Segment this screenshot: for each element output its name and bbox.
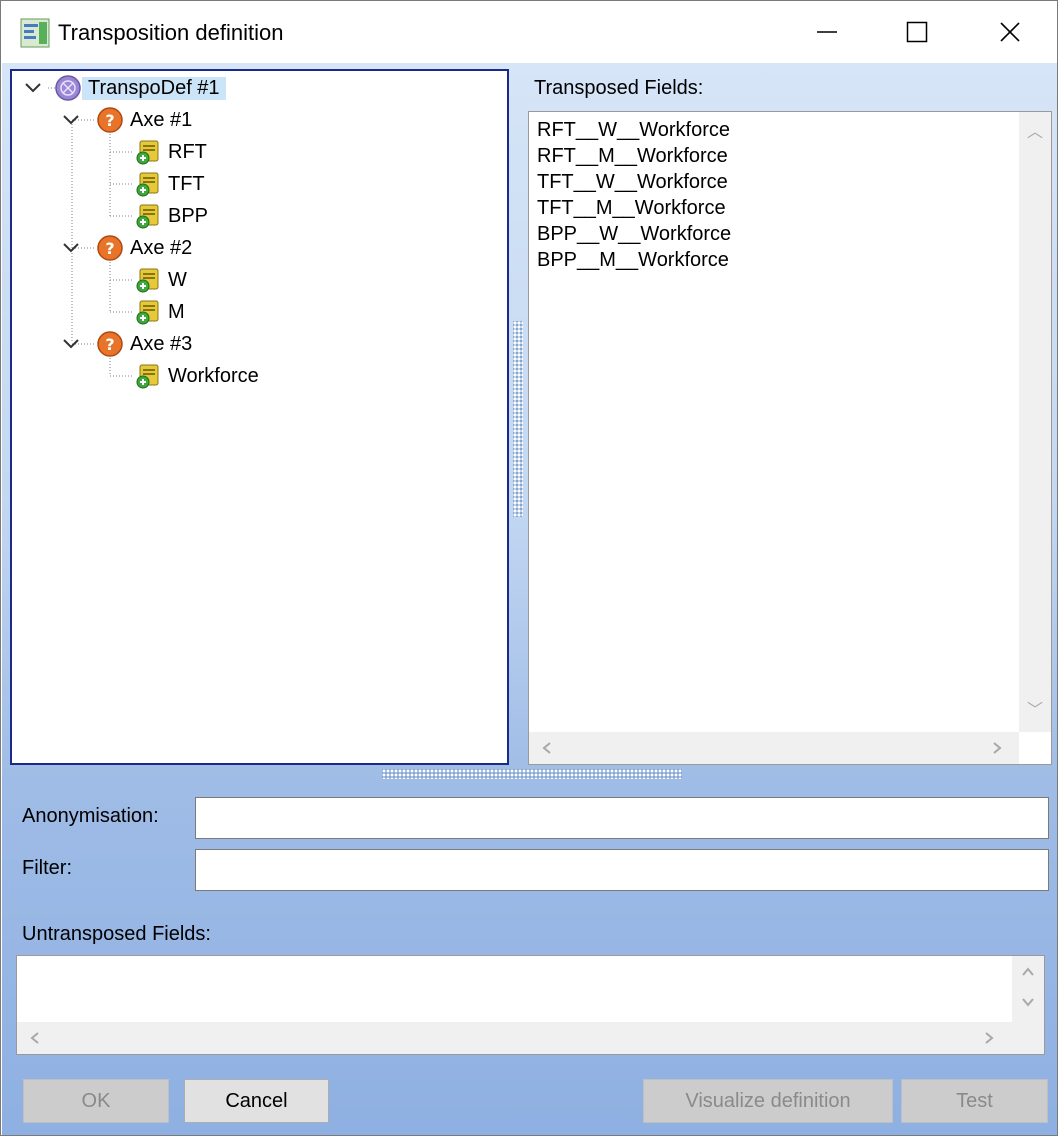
field-node-icon: [136, 300, 159, 325]
tree-node-w[interactable]: W: [134, 265, 193, 295]
scroll-down-icon[interactable]: ﹀: [1027, 702, 1043, 718]
horizontal-scrollbar[interactable]: [529, 732, 1019, 764]
minimize-icon: [817, 31, 837, 33]
scroll-right-icon[interactable]: [991, 741, 1003, 755]
chevron-down-icon[interactable]: [24, 81, 42, 95]
chevron-down-icon[interactable]: [62, 337, 80, 351]
tree-node-tft-label: TFT: [168, 172, 205, 195]
svg-text:?: ?: [105, 111, 114, 130]
field-node-icon: [136, 172, 159, 197]
definition-tree[interactable]: TranspoDef #1 ? Axe #1 RFT TFT BPP ? Axe…: [10, 69, 509, 765]
tree-node-m[interactable]: M: [134, 297, 191, 327]
tree-node-axe-1[interactable]: ? Axe #1: [96, 105, 198, 135]
tree-node-axe-3-label: Axe #3: [130, 332, 193, 355]
maximize-icon: [906, 21, 928, 43]
filter-input[interactable]: [195, 849, 1049, 891]
tree-node-bpp[interactable]: BPP: [134, 201, 214, 231]
untransposed-fields-box[interactable]: [16, 955, 1045, 1055]
transposed-line: BPP__M__Workforce: [537, 249, 729, 271]
question-node-icon: ?: [97, 107, 123, 133]
field-node-icon: [136, 268, 159, 293]
transposed-lines: RFT__W__Workforce RFT__M__Workforce TFT_…: [537, 117, 731, 273]
transposed-fields-list[interactable]: RFT__W__Workforce RFT__M__Workforce TFT_…: [528, 111, 1052, 765]
horizontal-scrollbar[interactable]: [17, 1022, 1044, 1054]
transposed-line: BPP__W__Workforce: [537, 223, 732, 245]
tree-node-axe-1-label: Axe #1: [130, 108, 193, 131]
scroll-left-icon[interactable]: [29, 1031, 41, 1045]
transposed-line: TFT__W__Workforce: [537, 171, 728, 193]
tree-node-axe-2-label: Axe #2: [130, 236, 193, 259]
field-node-icon: [136, 204, 159, 229]
chevron-down-icon[interactable]: [62, 113, 80, 127]
scroll-down-icon[interactable]: [1021, 996, 1035, 1008]
filter-label: Filter:: [22, 857, 72, 879]
question-node-icon: ?: [97, 235, 123, 261]
svg-text:?: ?: [105, 335, 114, 354]
anonymisation-input[interactable]: [195, 797, 1049, 839]
transposed-line: RFT__M__Workforce: [537, 145, 728, 167]
svg-text:?: ?: [105, 239, 114, 258]
dialog-body: TranspoDef #1 ? Axe #1 RFT TFT BPP ? Axe…: [2, 63, 1057, 1135]
tree-node-root[interactable]: TranspoDef #1: [54, 73, 226, 103]
tree-node-workforce[interactable]: Workforce: [134, 361, 265, 391]
transposed-line: TFT__M__Workforce: [537, 197, 726, 219]
transposed-line: RFT__W__Workforce: [537, 119, 731, 141]
vertical-scrollbar[interactable]: [1012, 956, 1044, 1022]
tree-node-bpp-label: BPP: [168, 204, 209, 227]
visualize-definition-button[interactable]: Visualize definition: [643, 1079, 893, 1123]
tree-node-w-label: W: [168, 268, 187, 291]
chevron-down-icon[interactable]: [62, 241, 80, 255]
transposed-fields-label: Transposed Fields:: [534, 77, 704, 99]
cancel-button[interactable]: Cancel: [184, 1079, 329, 1123]
field-node-icon: [136, 140, 159, 165]
transposition-definition-window: Transposition definition TranspoDef #1 ?…: [0, 0, 1058, 1136]
untransposed-fields-label: Untransposed Fields:: [22, 923, 211, 945]
tree-connector-lines: [48, 87, 134, 377]
root-node-icon: [55, 75, 81, 101]
anonymisation-label: Anonymisation:: [22, 805, 159, 827]
vertical-scrollbar[interactable]: ︿ ﹀: [1019, 112, 1051, 732]
ok-button[interactable]: OK: [23, 1079, 169, 1123]
question-node-icon: ?: [97, 331, 123, 357]
scroll-up-icon[interactable]: [1021, 966, 1035, 978]
maximize-button[interactable]: [871, 2, 963, 62]
tree-node-m-label: M: [168, 300, 185, 323]
scroll-up-icon[interactable]: ︿: [1027, 124, 1043, 140]
tree-node-rft-label: RFT: [168, 140, 207, 163]
tree-node-tft[interactable]: TFT: [134, 169, 211, 199]
app-icon: [20, 18, 50, 48]
window-title: Transposition definition: [58, 20, 284, 45]
tree-node-axe-3[interactable]: ? Axe #3: [96, 329, 198, 359]
scroll-right-icon[interactable]: [983, 1031, 995, 1045]
tree-node-rft[interactable]: RFT: [134, 137, 213, 167]
tree-node-workforce-label: Workforce: [168, 364, 259, 387]
tree-node-root-label: TranspoDef #1: [82, 76, 226, 100]
scroll-left-icon[interactable]: [541, 741, 553, 755]
vertical-splitter[interactable]: [513, 321, 523, 517]
field-node-icon: [136, 364, 159, 389]
close-button[interactable]: [964, 2, 1056, 62]
close-icon: [1000, 22, 1020, 42]
tree-node-axe-2[interactable]: ? Axe #2: [96, 233, 198, 263]
minimize-button[interactable]: [781, 2, 873, 62]
test-button[interactable]: Test: [901, 1079, 1048, 1123]
title-bar: Transposition definition: [2, 2, 1057, 62]
horizontal-splitter[interactable]: [382, 769, 682, 779]
